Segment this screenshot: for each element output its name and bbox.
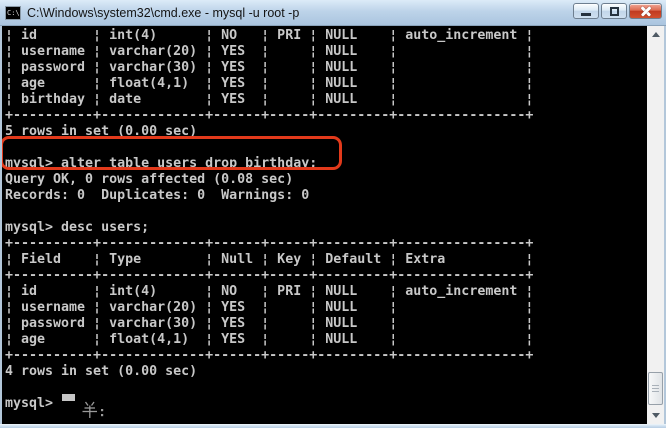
window-controls (573, 3, 662, 19)
arrow-down-icon (651, 413, 660, 418)
console-line: Records: 0 Duplicates: 0 Warnings: 0 (5, 188, 310, 203)
maximize-icon (609, 6, 619, 16)
console-line: ¦ age ¦ float(4,1) ¦ YES ¦ ¦ NULL ¦ ¦ (5, 332, 534, 347)
console-line: +----------+-------------+------+-----+-… (5, 108, 534, 123)
window-title: C:\Windows\system32\cmd.exe - mysql -u r… (27, 5, 300, 20)
console-line: Query OK, 0 rows affected (0.08 sec) (5, 172, 294, 187)
console-line: +----------+-------------+------+-----+-… (5, 348, 534, 363)
window-bottom-border (0, 424, 666, 428)
console-line: ¦ birthday ¦ date ¦ YES ¦ ¦ NULL ¦ ¦ (5, 92, 534, 107)
titlebar[interactable]: C:\ C:\Windows\system32\cmd.exe - mysql … (0, 0, 666, 26)
cmd-window: C:\ C:\Windows\system32\cmd.exe - mysql … (0, 0, 666, 428)
text-cursor (62, 394, 75, 401)
close-button[interactable] (629, 3, 662, 19)
console-line: mysql> desc users; (5, 220, 150, 235)
scrollbar-thumb[interactable] (648, 372, 663, 405)
close-icon (640, 5, 652, 17)
minimize-button[interactable] (573, 3, 599, 19)
scrollbar[interactable] (647, 26, 664, 424)
scroll-down-button[interactable] (647, 407, 664, 424)
console-line: ¦ password ¦ varchar(30) ¦ YES ¦ ¦ NULL … (5, 316, 534, 331)
ime-half-width-icon (82, 401, 104, 418)
minimize-icon (581, 13, 591, 16)
annotation-highlight-box (2, 136, 342, 170)
console-line: +----------+-------------+------+-----+-… (5, 236, 534, 251)
console-line: ¦ age ¦ float(4,1) ¦ YES ¦ ¦ NULL ¦ ¦ (5, 76, 534, 91)
console-line: ¦ Field ¦ Type ¦ Null ¦ Key ¦ Default ¦ … (5, 252, 534, 267)
console-line: ¦ username ¦ varchar(20) ¦ YES ¦ ¦ NULL … (5, 44, 534, 59)
console-line: ¦ id ¦ int(4) ¦ NO ¦ PRI ¦ NULL ¦ auto_i… (5, 284, 534, 299)
console-line: 4 rows in set (0.00 sec) (5, 364, 198, 379)
console-line: ¦ id ¦ int(4) ¦ NO ¦ PRI ¦ NULL ¦ auto_i… (5, 28, 534, 43)
window-body: ¦ id ¦ int(4) ¦ NO ¦ PRI ¦ NULL ¦ auto_i… (0, 26, 666, 424)
maximize-button[interactable] (601, 3, 627, 19)
scroll-up-button[interactable] (647, 26, 664, 43)
cmd-icon: C:\ (5, 5, 21, 20)
console-output[interactable]: ¦ id ¦ int(4) ¦ NO ¦ PRI ¦ NULL ¦ auto_i… (2, 26, 647, 424)
ime-indicator (80, 400, 108, 420)
arrow-up-icon (651, 32, 660, 37)
console-line: +----------+-------------+------+-----+-… (5, 268, 534, 283)
console-line: ¦ username ¦ varchar(20) ¦ YES ¦ ¦ NULL … (5, 300, 534, 315)
console-line: ¦ password ¦ varchar(30) ¦ YES ¦ ¦ NULL … (5, 60, 534, 75)
